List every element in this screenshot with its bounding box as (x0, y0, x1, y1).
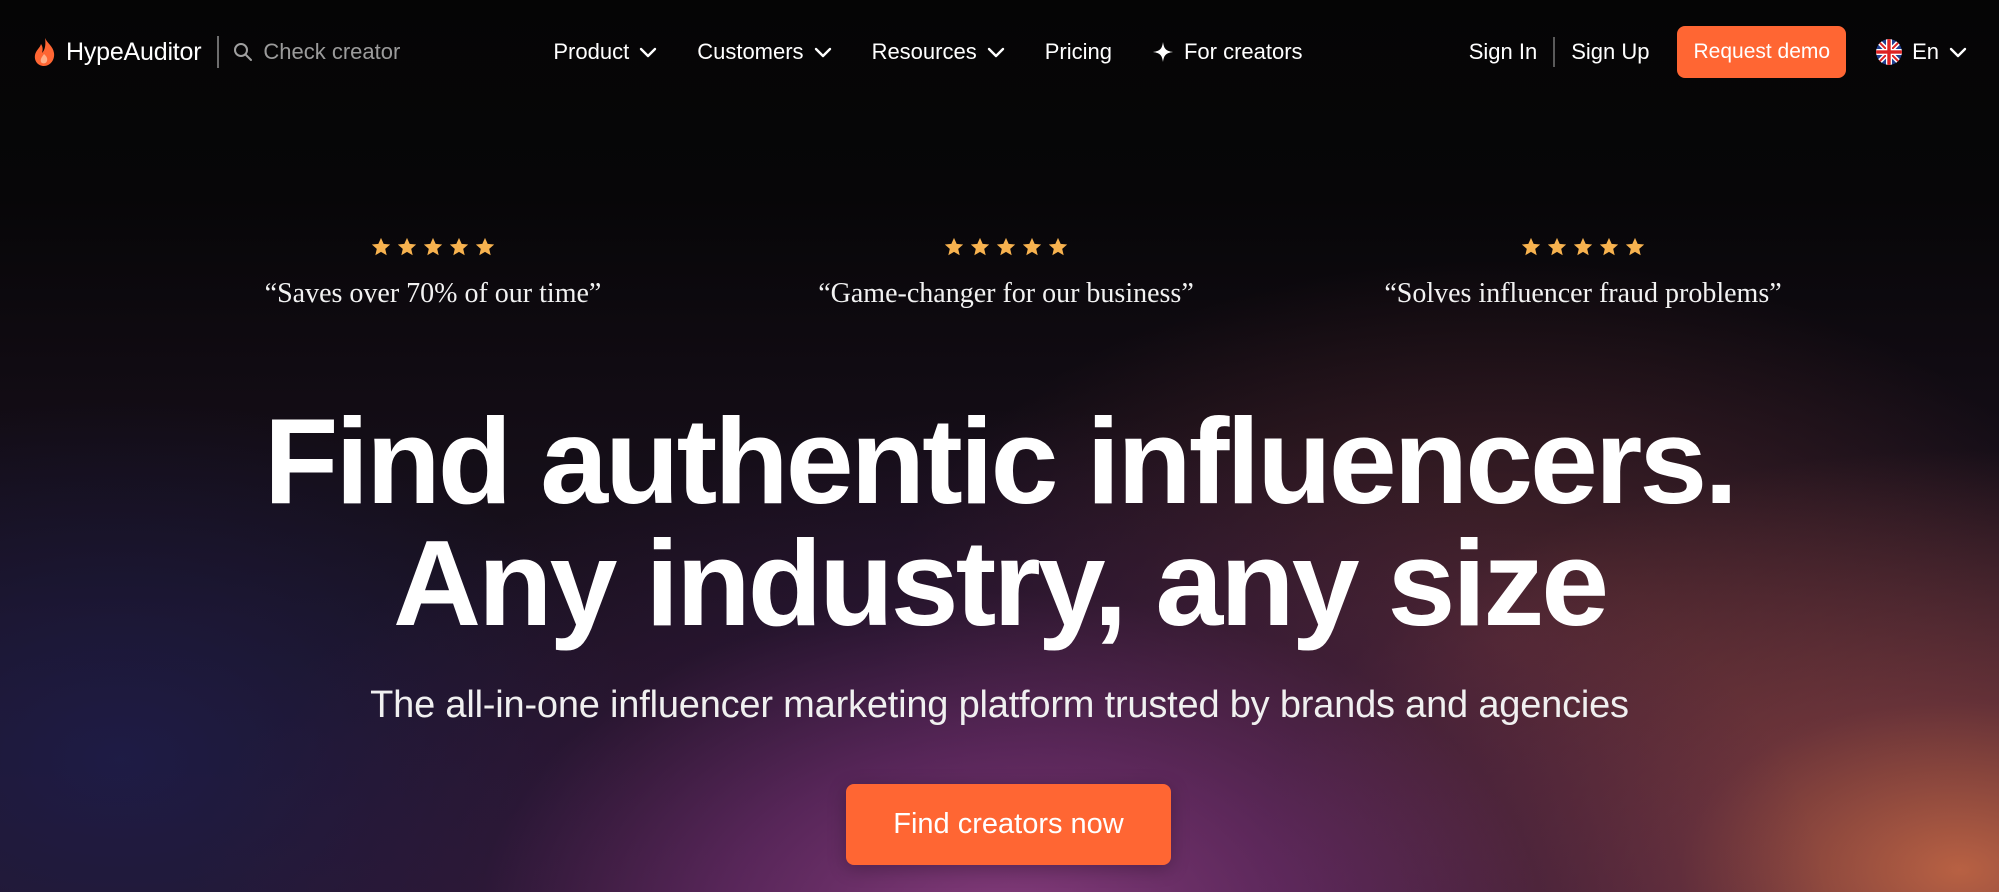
star-icon (1573, 237, 1593, 256)
menu-item-customers[interactable]: Customers (697, 39, 831, 65)
chevron-down-icon (814, 47, 831, 58)
chevron-down-icon (640, 47, 657, 58)
menu-item-label: Product (553, 39, 630, 64)
brand-name: HypeAuditor (66, 37, 202, 66)
testimonial: “Saves over 70% of our time” (233, 236, 633, 310)
star-icon (996, 237, 1016, 256)
star-rating (233, 236, 633, 260)
hero-title-line: Find authentic influencers. (263, 393, 1738, 529)
sign-up-link[interactable]: Sign Up (1571, 39, 1649, 65)
creator-search[interactable] (233, 39, 473, 65)
hero-title-line: Any industry, any size (392, 515, 1609, 651)
star-icon (1547, 237, 1567, 256)
star-icon (1599, 237, 1619, 256)
star-icon (1048, 237, 1068, 256)
star-icon (1521, 237, 1541, 256)
menu-item-label: Customers (697, 39, 804, 64)
menu-item-label: Resources (871, 39, 977, 64)
hero-title: Find authentic influencers. Any industry… (0, 400, 1999, 644)
brand-logo[interactable]: HypeAuditor (32, 37, 202, 67)
sign-in-link[interactable]: Sign In (1469, 39, 1538, 65)
star-icon (944, 237, 964, 256)
star-icon (371, 237, 391, 256)
star-icon (970, 237, 990, 256)
testimonial-text: “Solves influencer fraud problems” (1384, 278, 1782, 309)
star-rating (796, 236, 1216, 260)
flame-icon (34, 38, 55, 66)
star-rating (1353, 236, 1813, 260)
testimonial-text: “Game-changer for our business” (818, 278, 1194, 309)
star-icon (449, 237, 469, 256)
language-label: En (1912, 39, 1939, 64)
star-icon (423, 237, 443, 256)
testimonial: “Game-changer for our business” (796, 236, 1216, 310)
find-creators-button[interactable]: Find creators now (846, 784, 1171, 865)
page: HypeAuditor Product Customers Resources (0, 0, 1999, 892)
menu-item-label: For creators (1183, 39, 1303, 64)
main-menu: Product Customers Resources Pricing For … (553, 39, 1302, 65)
menu-item-label: Pricing (1044, 39, 1112, 64)
menu-item-pricing[interactable]: Pricing (1045, 39, 1112, 65)
language-selector[interactable]: En (1876, 39, 1967, 65)
top-navigation: HypeAuditor Product Customers Resources (0, 0, 1999, 104)
chevron-down-icon (987, 47, 1004, 58)
star-icon (397, 237, 417, 256)
menu-item-product[interactable]: Product (553, 39, 657, 65)
hero-subtitle: The all-in-one influencer marketing plat… (370, 684, 1629, 726)
star-icon (1022, 237, 1042, 256)
menu-item-for-creators[interactable]: For creators (1152, 39, 1303, 65)
star-icon (475, 237, 495, 256)
testimonial-text: “Saves over 70% of our time” (264, 278, 602, 309)
chevron-down-icon (1949, 47, 1967, 58)
uk-flag-icon (1876, 39, 1903, 65)
auth-divider (1553, 37, 1556, 67)
search-icon (234, 43, 253, 61)
sparkle-icon (1152, 42, 1173, 62)
account-actions: Sign In Sign Up Request demo En (1469, 26, 1967, 78)
search-input[interactable] (263, 39, 464, 65)
nav-divider (217, 36, 220, 68)
request-demo-button[interactable]: Request demo (1677, 26, 1847, 78)
testimonial: “Solves influencer fraud problems” (1353, 236, 1813, 310)
menu-item-resources[interactable]: Resources (872, 39, 1005, 65)
star-icon (1625, 237, 1645, 256)
